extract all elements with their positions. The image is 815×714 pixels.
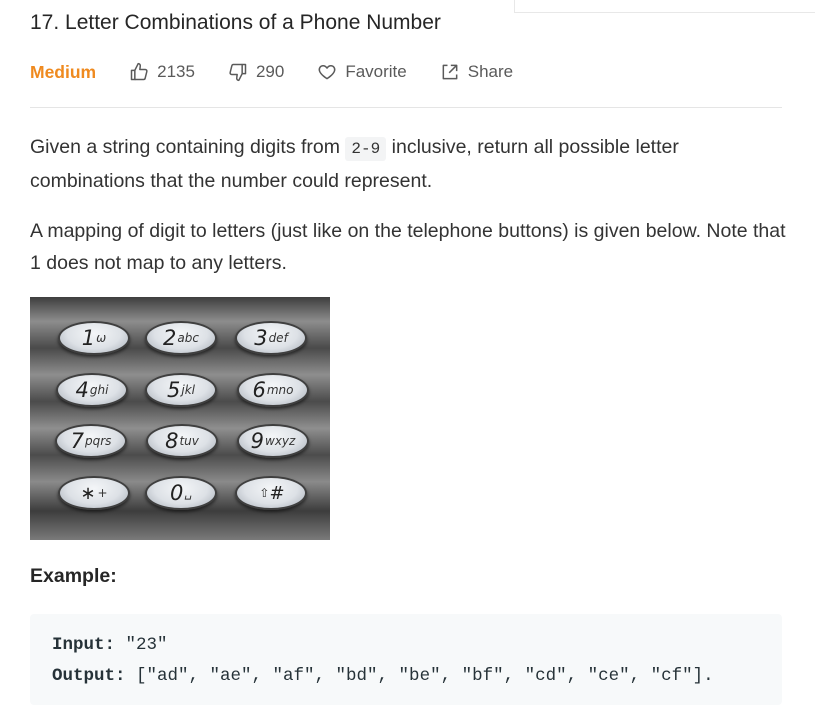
- inline-code-digit-range: 2-9: [345, 137, 387, 161]
- heart-icon: [318, 65, 336, 80]
- share-icon: [442, 64, 458, 80]
- keypad-letters: ghi: [89, 383, 109, 397]
- keypad-letters: tuv: [179, 434, 199, 448]
- example-code-block: Input: "23" Output: ["ad", "ae", "af", "…: [30, 614, 782, 705]
- keypad-digit: 0: [170, 481, 183, 505]
- keypad-key-9: 9 wxyz: [237, 424, 309, 458]
- keypad-letters: def: [268, 331, 288, 345]
- keypad-letters: +: [97, 486, 108, 500]
- share-button[interactable]: Share: [440, 62, 513, 82]
- dislike-button[interactable]: 290: [228, 62, 284, 82]
- keypad-key-1: 1ω: [58, 321, 130, 355]
- keypad-key-3: 3 def: [235, 321, 307, 355]
- keypad-letters: wxyz: [265, 434, 296, 448]
- favorite-label: Favorite: [345, 62, 407, 81]
- keypad-digit: 5: [167, 378, 180, 402]
- keypad-key-4: 4 ghi: [56, 373, 128, 407]
- favorite-button[interactable]: Favorite: [317, 62, 407, 82]
- share-label: Share: [467, 62, 514, 81]
- keypad-key-0: 0 ␣: [145, 476, 217, 510]
- like-button[interactable]: 2135: [129, 62, 195, 82]
- thumbs-down-icon: [229, 63, 247, 82]
- example-output-label: Output:: [52, 666, 126, 686]
- problem-title: 17. Letter Combinations of a Phone Numbe…: [30, 11, 441, 34]
- keypad-key-7: 7 pqrs: [55, 424, 127, 458]
- keypad-digit: 3: [254, 326, 267, 350]
- keypad-digit: ∗: [80, 482, 96, 504]
- keypad-digit: 8: [165, 429, 178, 453]
- keypad-digit: 2: [163, 326, 176, 350]
- example-input-value: "23": [115, 635, 168, 655]
- problem-meta-bar: Medium 2135 290 Favorite Share: [30, 58, 513, 86]
- keypad-key-2: 2 abc: [145, 321, 217, 355]
- example-heading: Example:: [30, 565, 117, 587]
- keypad-key-hash: ⇧ #: [235, 476, 307, 510]
- keypad-digit: 9: [250, 429, 264, 453]
- keypad-key-5: 5 jkl: [145, 373, 217, 407]
- example-output-value: ["ad", "ae", "af", "bd", "be", "bf", "cd…: [125, 666, 714, 686]
- description-text: Given a string containing digits from: [30, 136, 346, 158]
- top-panel-edge: [514, 0, 815, 13]
- keypad-letters: ␣: [184, 486, 192, 500]
- keypad-digit: 4: [75, 378, 89, 402]
- header-divider: [30, 107, 782, 108]
- keypad-letters: ω: [96, 331, 107, 345]
- keypad-letters: abc: [177, 331, 199, 345]
- thumbs-up-icon: [130, 62, 148, 81]
- difficulty-badge: Medium: [30, 61, 97, 82]
- keypad-digit: 6: [252, 378, 265, 402]
- keypad-letters: mno: [266, 383, 294, 397]
- dislike-count: 290: [255, 62, 285, 81]
- description-paragraph-1: Given a string containing digits from 2-…: [30, 131, 790, 197]
- keypad-letters: jkl: [181, 383, 195, 397]
- like-count: 2135: [157, 62, 195, 81]
- keypad-digit: #: [269, 482, 285, 504]
- keypad-letters: ⇧: [259, 486, 270, 500]
- description-paragraph-2: A mapping of digit to letters (just like…: [30, 220, 786, 274]
- keypad-key-8: 8 tuv: [146, 424, 218, 458]
- keypad-key-6: 6 mno: [237, 373, 309, 407]
- example-input-label: Input:: [52, 635, 116, 655]
- keypad-letters: pqrs: [84, 434, 112, 448]
- telephone-keypad-image: 1ω 2 abc 3 def 4 ghi 5 jkl 6 mno 7 pqrs 8 tuv 9…: [30, 297, 330, 540]
- keypad-key-star: ∗ +: [58, 476, 130, 510]
- keypad-digit: 1: [81, 326, 95, 350]
- keypad-digit: 7: [70, 429, 84, 453]
